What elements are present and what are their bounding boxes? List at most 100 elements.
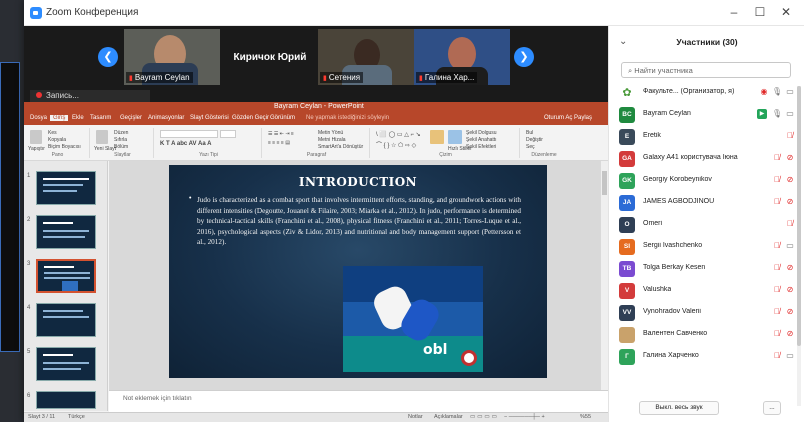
camera-icon[interactable]: ▭ (785, 351, 795, 361)
participant-row[interactable]: V Valushka 🎙̸ ⊘ (609, 280, 804, 302)
tell-me-search[interactable]: Ne yapmak istediğinizi söyleyin (306, 115, 389, 121)
align-icons[interactable]: ≡ ≡ ≡ ≡ ▤ (268, 140, 290, 146)
slide-thumbnail-selected[interactable] (36, 259, 96, 293)
slide-thumbnail[interactable] (36, 303, 96, 337)
view-buttons[interactable]: ▭▭▭▭ (470, 414, 499, 420)
video-tile[interactable]: ▮ Сетения (318, 29, 414, 85)
mic-icon[interactable]: 🎙 (772, 87, 782, 97)
participant-row[interactable]: ✿ Факульте... (Организатор, я) ◉ 🎙 ▭ (609, 82, 804, 104)
video-tile[interactable]: Киричок Юрий (222, 29, 318, 85)
muted-mic-icon[interactable]: 🎙̸ (785, 131, 795, 141)
previous-page-button[interactable]: ❮ (98, 47, 118, 67)
participant-row[interactable]: TB Tolga Berkay Kesen 🎙̸ ⊘ (609, 258, 804, 280)
font-size-box[interactable] (220, 130, 236, 138)
arrange-icon[interactable] (430, 130, 444, 144)
participant-row[interactable]: Г Галина Харченко 🎙̸ ▭ (609, 346, 804, 368)
muted-mic-icon[interactable]: 🎙̸ (772, 351, 782, 361)
comments-toggle[interactable]: Açıklamalar (434, 414, 463, 420)
minimize-button[interactable]: – (726, 5, 742, 19)
tab-file[interactable]: Dosya (30, 115, 47, 121)
text-direction-button[interactable]: Metin Yönü (318, 130, 343, 136)
quick-styles-icon[interactable] (448, 130, 462, 144)
shape-effects-button[interactable]: Şekil Efektleri (466, 144, 496, 150)
participant-row[interactable]: O Omeri 🎙̸ (609, 214, 804, 236)
muted-mic-icon[interactable]: 🎙̸ (772, 307, 782, 317)
video-tile[interactable]: ▮ Bayram Ceylan (124, 29, 220, 85)
tab-transitions[interactable]: Geçişler (120, 115, 142, 121)
shape-fill-button[interactable]: Şekil Dolgusu (466, 130, 497, 136)
tab-animations[interactable]: Animasyonlar (148, 115, 184, 121)
copy-button[interactable]: Kopyala (48, 137, 66, 143)
scrollbar-thumb[interactable] (602, 171, 607, 195)
participants-scrollbar[interactable] (797, 86, 801, 406)
list-icons[interactable]: ☰ ☰ ⇤ ⇥ ≡ (268, 131, 294, 137)
paste-icon[interactable] (30, 130, 42, 144)
camera-icon[interactable]: ▭ (785, 109, 795, 119)
mute-all-button[interactable]: Выкл. весь звук (639, 401, 719, 415)
zoom-level[interactable]: %55 (580, 414, 591, 420)
video-tile[interactable]: ▮ Галина Хар... (414, 29, 510, 85)
mic-icon[interactable]: 🎙 (772, 109, 782, 119)
participant-row[interactable]: GK Georgiy Korobeynikov 🎙̸ ⊘ (609, 170, 804, 192)
section-button[interactable]: Bölüm (114, 144, 128, 150)
camera-off-icon[interactable]: ⊘ (785, 263, 795, 273)
muted-mic-icon[interactable]: 🎙̸ (772, 329, 782, 339)
notes-pane[interactable]: Not eklemek için tıklatın (109, 390, 608, 412)
layout-button[interactable]: Düzen (114, 130, 128, 136)
shapes-gallery[interactable]: ⌒ { } ☆ ⬠ ⇨ ◇ (376, 140, 416, 149)
cut-button[interactable]: Kes (48, 130, 57, 136)
muted-mic-icon[interactable]: 🎙̸ (772, 175, 782, 185)
tab-home[interactable]: Giriş (50, 115, 69, 121)
participant-row[interactable]: Валентен Савченко 🎙̸ ⊘ (609, 324, 804, 346)
muted-mic-icon[interactable]: 🎙̸ (772, 153, 782, 163)
slide-thumbnail[interactable] (36, 171, 96, 205)
slide-thumbnail[interactable] (36, 391, 96, 409)
shape-outline-button[interactable]: Şekil Anahattı (466, 137, 497, 143)
camera-off-icon[interactable]: ⊘ (785, 197, 795, 207)
align-text-button[interactable]: Metni Hizala (318, 137, 346, 143)
slide-thumbnail[interactable] (36, 215, 96, 249)
camera-off-icon[interactable]: ⊘ (785, 329, 795, 339)
tab-review[interactable]: Gözden Geçir (232, 115, 269, 121)
current-slide[interactable]: INTRODUCTION • Judo is characterized as … (169, 165, 547, 378)
format-painter-button[interactable]: Biçim Boyacısı (48, 144, 81, 150)
participant-row[interactable]: VV Vynohradov Valerii 🎙̸ ⊘ (609, 302, 804, 324)
shapes-gallery[interactable]: \ ⬜ ◯ ▭ △ ⌐ ↘ (376, 131, 421, 138)
camera-off-icon[interactable]: ⊘ (785, 175, 795, 185)
muted-mic-icon[interactable]: 🎙̸ (772, 285, 782, 295)
reset-button[interactable]: Sıfırla (114, 137, 127, 143)
replace-button[interactable]: Değiştir (526, 137, 543, 143)
participant-row[interactable]: GA Galaxy A41 користувача Іюна 🎙̸ ⊘ (609, 148, 804, 170)
smartart-button[interactable]: SmartArt'a Dönüştür (318, 144, 363, 150)
muted-mic-icon[interactable]: 🎙̸ (772, 263, 782, 273)
maximize-button[interactable]: ☐ (752, 5, 768, 19)
camera-off-icon[interactable]: ⊘ (785, 307, 795, 317)
camera-off-icon[interactable]: ⊘ (785, 153, 795, 163)
next-page-button[interactable]: ❯ (514, 47, 534, 67)
camera-off-icon[interactable]: ⊘ (785, 285, 795, 295)
more-options-button[interactable]: ... (763, 401, 781, 415)
slide-thumbnail[interactable] (36, 347, 96, 381)
muted-mic-icon[interactable]: 🎙̸ (772, 241, 782, 251)
participant-row[interactable]: SI Sergii Ivashchenko 🎙̸ ▭ (609, 236, 804, 258)
participant-row[interactable]: JA JAMES AGBODJINOU 🎙̸ ⊘ (609, 192, 804, 214)
share-links[interactable]: Oturum Aç Paylaş (544, 115, 592, 121)
scrollbar-thumb[interactable] (797, 86, 801, 346)
close-button[interactable]: ✕ (778, 5, 794, 19)
notes-toggle[interactable]: Notlar (408, 414, 423, 420)
tab-insert[interactable]: Ekle (72, 115, 84, 121)
camera-icon[interactable]: ▭ (785, 241, 795, 251)
muted-mic-icon[interactable]: 🎙̸ (785, 219, 795, 229)
camera-icon[interactable]: ▭ (785, 87, 795, 97)
bold-italic-underline-icons[interactable]: K T A abc AV Aa A (160, 141, 211, 147)
muted-mic-icon[interactable]: 🎙̸ (772, 197, 782, 207)
select-button[interactable]: Seç (526, 144, 535, 150)
tab-design[interactable]: Tasarım (90, 115, 111, 121)
participant-search-input[interactable]: ⌕ Найти участника (621, 62, 791, 78)
recording-indicator[interactable]: Запись... (30, 90, 150, 102)
tab-view[interactable]: Görünüm (270, 115, 295, 121)
font-name-box[interactable] (160, 130, 218, 138)
tab-slideshow[interactable]: Slayt Gösterisi (190, 115, 229, 121)
participant-row[interactable]: BC Bayram Ceylan ▶ 🎙 ▭ (609, 104, 804, 126)
participant-row[interactable]: E Eretik 🎙̸ (609, 126, 804, 148)
